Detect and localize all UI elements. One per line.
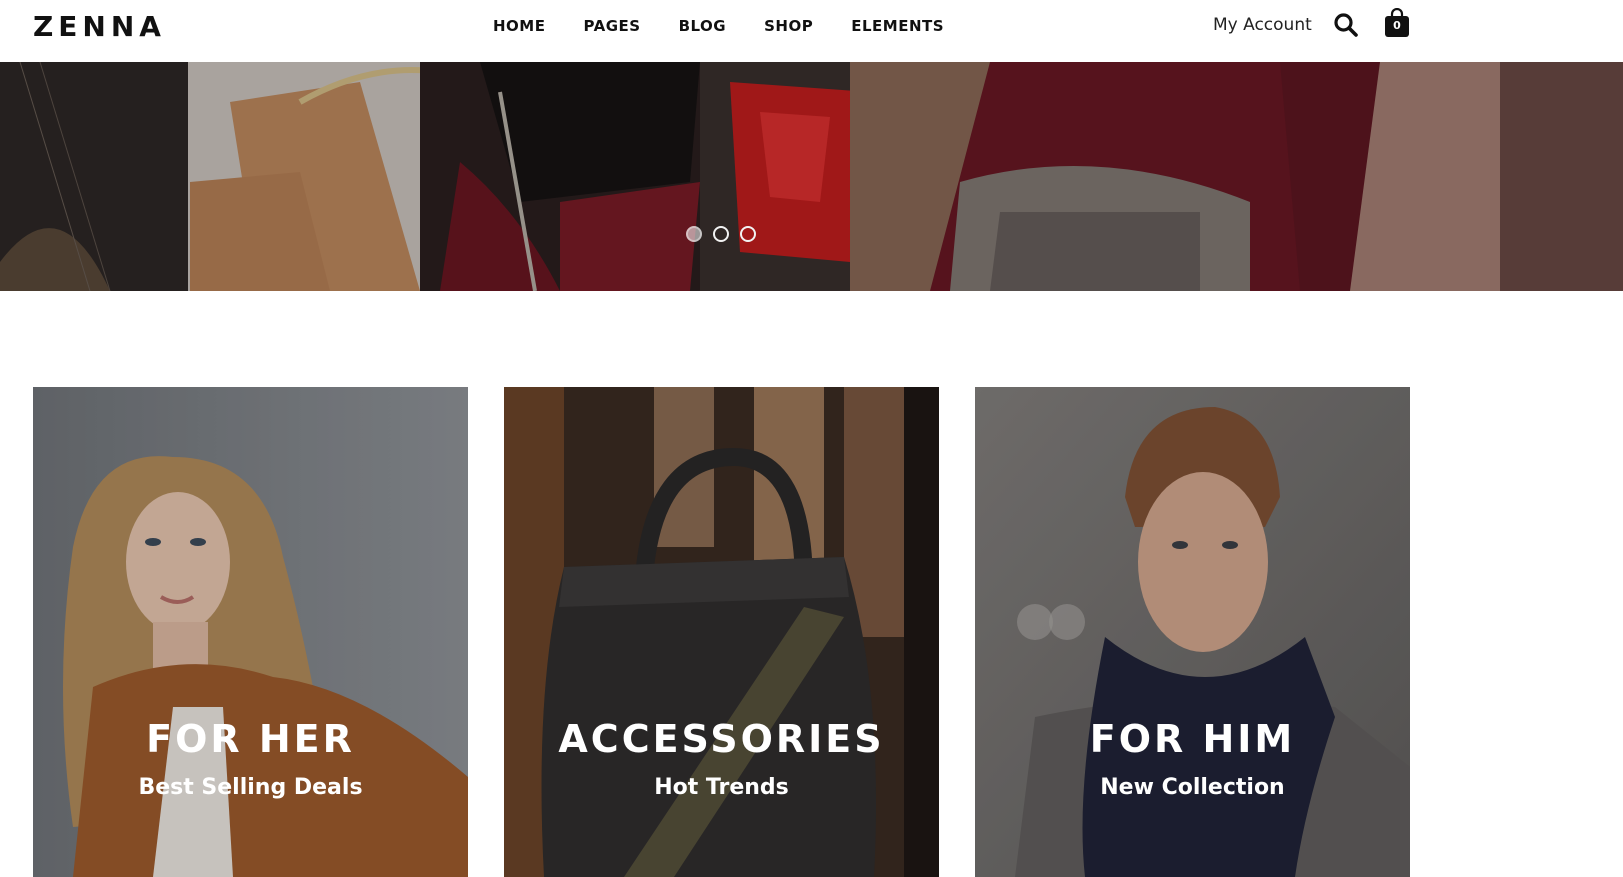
nav-item-elements[interactable]: ELEMENTS [851,16,944,36]
hero-image [0,62,1623,291]
cart-count-badge: 0 [1393,19,1401,32]
category-card-for-him[interactable]: FOR HIM New Collection [975,387,1410,877]
slider-dot-1[interactable] [686,226,702,242]
category-title: FOR HIM [1089,717,1296,761]
accessories-image [504,387,939,877]
slider-dot-2[interactable] [713,226,729,242]
site-header: ZENNA HOME PAGES BLOG SHOP ELEMENTS My A… [0,0,1623,62]
category-card-for-her[interactable]: FOR HER Best Selling Deals [33,387,468,877]
category-subtitle: Best Selling Deals [138,775,363,800]
nav-item-blog[interactable]: BLOG [679,16,727,36]
my-account-link[interactable]: My Account [1213,14,1312,36]
nav-item-shop[interactable]: SHOP [764,16,813,36]
for-him-image [975,387,1410,877]
for-her-image [33,387,468,877]
brand-logo[interactable]: ZENNA [33,10,166,43]
slider-dot-3[interactable] [740,226,756,242]
category-card-accessories[interactable]: ACCESSORIES Hot Trends [504,387,939,877]
search-icon[interactable] [1333,12,1359,38]
nav-item-pages[interactable]: PAGES [583,16,640,36]
category-title: ACCESSORIES [558,717,885,761]
nav-item-home[interactable]: HOME [493,16,545,36]
main-nav: HOME PAGES BLOG SHOP ELEMENTS [493,16,982,36]
hero-slider [0,62,1623,291]
category-subtitle: Hot Trends [654,775,789,800]
slider-dots [686,226,767,242]
category-subtitle: New Collection [1100,775,1285,800]
shopping-bag-icon[interactable]: 0 [1384,7,1410,38]
category-title: FOR HER [146,717,355,761]
